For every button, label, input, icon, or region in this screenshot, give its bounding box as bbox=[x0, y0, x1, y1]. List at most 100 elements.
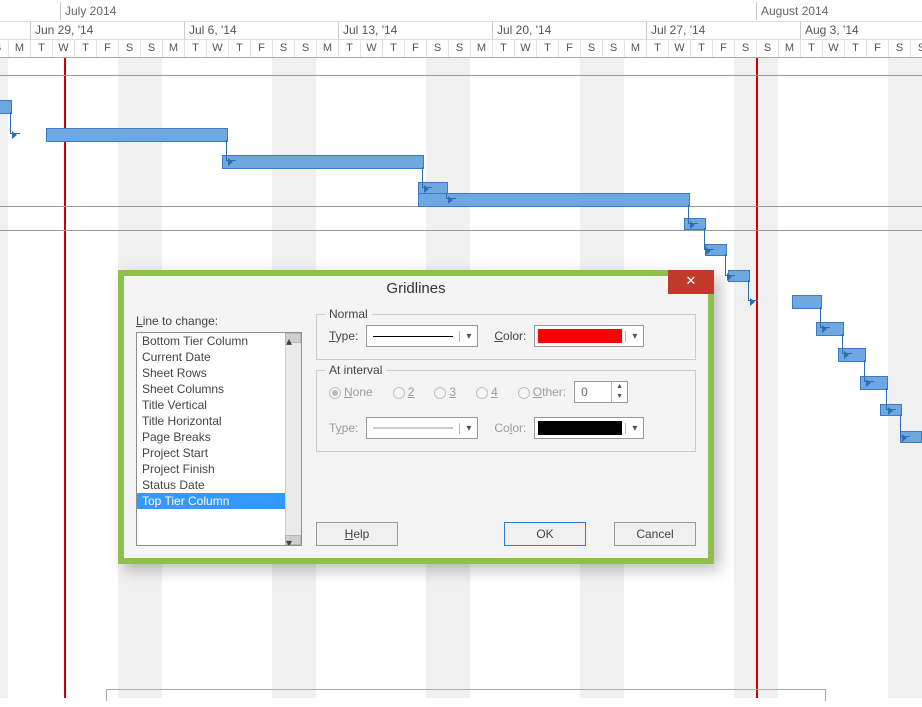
chevron-down-icon: ▾ bbox=[459, 331, 477, 342]
normal-type-dropdown[interactable]: ▾ bbox=[366, 325, 478, 347]
day-label: F bbox=[712, 40, 734, 57]
arrow-right-icon bbox=[706, 247, 711, 255]
spinner-buttons[interactable]: ▲▼ bbox=[611, 382, 627, 402]
day-label: S bbox=[888, 40, 910, 57]
normal-color-dropdown[interactable]: ▾ bbox=[534, 325, 644, 347]
list-item[interactable]: Project Start bbox=[137, 445, 301, 461]
line-to-change-label: Line to change: bbox=[136, 314, 302, 328]
arrow-right-icon bbox=[888, 407, 893, 415]
day-label: T bbox=[492, 40, 514, 57]
days-header: SMTWTFSSMTWTFSSMTWTFSSMTWTFSSMTWTFSSMTWT… bbox=[0, 40, 922, 58]
interval-legend: At interval bbox=[325, 363, 386, 377]
list-item[interactable]: Project Finish bbox=[137, 461, 301, 477]
arrow-right-icon bbox=[424, 185, 429, 193]
row-divider bbox=[0, 75, 922, 76]
arrow-right-icon bbox=[866, 379, 871, 387]
day-label: T bbox=[844, 40, 866, 57]
weeks-header: Jun 29, '14Jul 6, '14Jul 13, '14Jul 20, … bbox=[0, 22, 922, 40]
interval-4-radio[interactable]: 4 bbox=[476, 385, 498, 399]
top-tier-gridline bbox=[64, 58, 66, 698]
day-label: M bbox=[624, 40, 646, 57]
task-bar[interactable] bbox=[792, 295, 822, 309]
weekend-band bbox=[888, 58, 910, 698]
interval-type-label: Type: bbox=[329, 421, 358, 435]
arrow-right-icon bbox=[750, 298, 755, 306]
day-label: T bbox=[30, 40, 52, 57]
line-to-change-listbox[interactable]: Bottom Tier ColumnCurrent DateSheet Rows… bbox=[136, 332, 302, 546]
scroll-up-icon[interactable]: ▴ bbox=[285, 333, 301, 343]
cancel-button[interactable]: Cancel bbox=[614, 522, 696, 546]
gridlines-dialog: Gridlines ✕ Line to change: Bottom Tier … bbox=[118, 270, 714, 564]
arrow-right-icon bbox=[448, 196, 453, 204]
close-button[interactable]: ✕ bbox=[668, 270, 714, 294]
scroll-down-icon[interactable]: ▾ bbox=[285, 535, 301, 545]
color-swatch bbox=[538, 421, 622, 435]
day-label: T bbox=[184, 40, 206, 57]
day-label: S bbox=[0, 40, 8, 57]
day-label: M bbox=[470, 40, 492, 57]
task-bar[interactable] bbox=[418, 193, 690, 207]
interval-3-radio[interactable]: 3 bbox=[434, 385, 456, 399]
day-label: T bbox=[800, 40, 822, 57]
normal-group: Normal Type: ▾ Color: ▾ bbox=[316, 314, 696, 360]
help-button[interactable]: Help bbox=[316, 522, 398, 546]
list-item[interactable]: Current Date bbox=[137, 349, 301, 365]
day-label: W bbox=[822, 40, 844, 57]
month-label: August 2014 bbox=[756, 2, 832, 20]
listbox-scrollbar[interactable]: ▴ ▾ bbox=[285, 333, 301, 545]
ok-button[interactable]: OK bbox=[504, 522, 586, 546]
list-item[interactable]: Page Breaks bbox=[137, 429, 301, 445]
list-item[interactable]: Bottom Tier Column bbox=[137, 333, 301, 349]
day-label: S bbox=[118, 40, 140, 57]
day-label: S bbox=[756, 40, 778, 57]
task-bar[interactable] bbox=[222, 155, 424, 169]
arrow-right-icon bbox=[822, 325, 827, 333]
day-label: S bbox=[294, 40, 316, 57]
day-label: S bbox=[272, 40, 294, 57]
day-label: W bbox=[52, 40, 74, 57]
day-label: W bbox=[514, 40, 536, 57]
list-item[interactable]: Sheet Columns bbox=[137, 381, 301, 397]
day-label: M bbox=[162, 40, 184, 57]
normal-legend: Normal bbox=[325, 307, 372, 321]
day-label: T bbox=[228, 40, 250, 57]
weekend-band bbox=[734, 58, 756, 698]
list-item[interactable]: Top Tier Column bbox=[137, 493, 301, 509]
day-label: T bbox=[338, 40, 360, 57]
day-label: F bbox=[558, 40, 580, 57]
line-style-preview bbox=[373, 336, 453, 337]
list-item[interactable]: Status Date bbox=[137, 477, 301, 493]
task-bar[interactable] bbox=[46, 128, 228, 142]
list-item[interactable]: Sheet Rows bbox=[137, 365, 301, 381]
weekend-band bbox=[910, 58, 922, 698]
chevron-down-icon: ▾ bbox=[625, 331, 643, 342]
list-item[interactable]: Title Horizontal bbox=[137, 413, 301, 429]
row-divider bbox=[0, 230, 922, 231]
dialog-title: Gridlines bbox=[386, 280, 445, 297]
week-label: Jun 29, '14 bbox=[30, 22, 97, 39]
day-label: F bbox=[250, 40, 272, 57]
day-label: S bbox=[140, 40, 162, 57]
interval-other-spinner[interactable]: 0 ▲▼ bbox=[574, 381, 628, 403]
interval-2-radio[interactable]: 2 bbox=[393, 385, 415, 399]
dialog-title-bar: Gridlines ✕ bbox=[124, 276, 708, 302]
day-label: S bbox=[580, 40, 602, 57]
day-label: T bbox=[74, 40, 96, 57]
interval-color-label: Color: bbox=[494, 421, 526, 435]
list-item[interactable]: Title Vertical bbox=[137, 397, 301, 413]
interval-other-radio[interactable]: Other: bbox=[518, 385, 566, 399]
day-label: F bbox=[96, 40, 118, 57]
interval-none-radio[interactable]: None bbox=[329, 385, 373, 399]
day-label: M bbox=[778, 40, 800, 57]
bottom-scrollbar[interactable] bbox=[106, 689, 826, 701]
interval-type-dropdown[interactable]: ▾ bbox=[366, 417, 478, 439]
interval-color-dropdown[interactable]: ▾ bbox=[534, 417, 644, 439]
chevron-down-icon: ▾ bbox=[459, 423, 477, 434]
color-swatch bbox=[538, 329, 622, 343]
week-label: Jul 20, '14 bbox=[492, 22, 555, 39]
day-label: W bbox=[206, 40, 228, 57]
day-label: T bbox=[646, 40, 668, 57]
arrow-right-icon bbox=[727, 273, 732, 281]
day-label: T bbox=[536, 40, 558, 57]
normal-type-label: Type: bbox=[329, 329, 358, 343]
